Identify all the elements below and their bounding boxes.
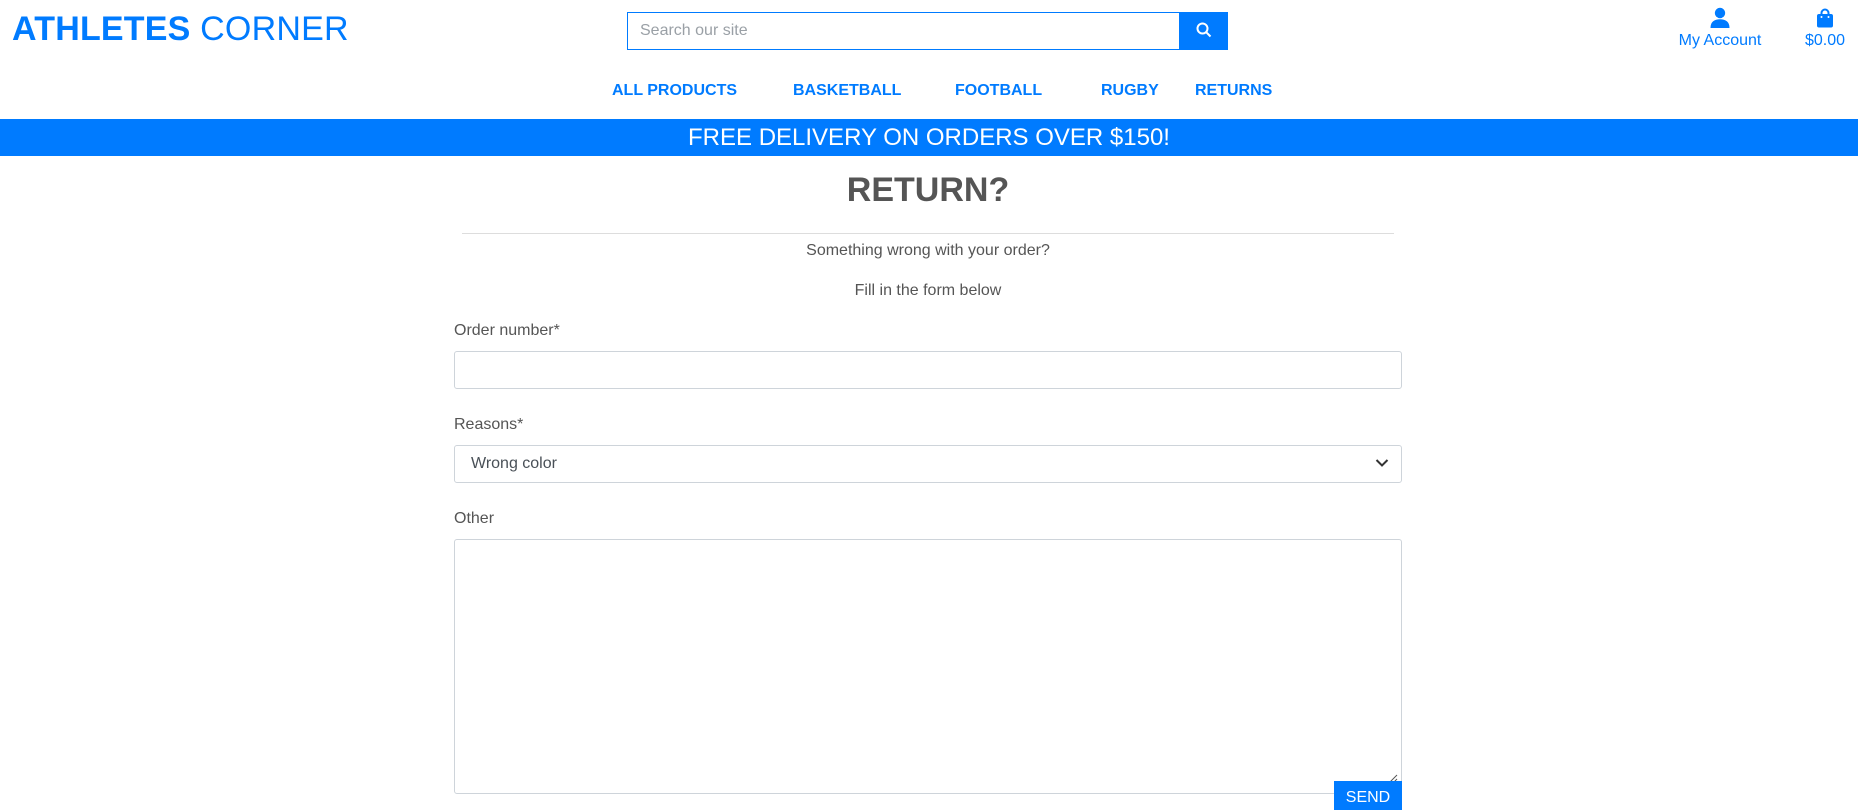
page-title: RETURN?	[846, 171, 1010, 209]
nav-item-rugby[interactable]: RUGBY	[1101, 82, 1159, 100]
nav-item-all-products[interactable]: ALL PRODUCTS	[612, 82, 737, 100]
logo-regular-text: CORNER	[190, 10, 349, 48]
chevron-down-icon	[1375, 455, 1389, 473]
site-logo[interactable]: ATHLETES CORNER	[12, 10, 349, 49]
order-number-label: Order number*	[454, 322, 560, 339]
my-account-link[interactable]: My Account	[1670, 6, 1770, 50]
reasons-selected-value: Wrong color	[471, 455, 557, 472]
shopping-bag-link[interactable]: $0.00	[1800, 6, 1850, 50]
order-number-input[interactable]	[454, 351, 1402, 389]
reasons-label: Reasons*	[454, 416, 524, 433]
logo-bold-text: ATHLETES	[12, 10, 191, 48]
return-form-section: RETURN? Something wrong with your order?…	[454, 156, 1402, 810]
title-divider	[462, 233, 1394, 234]
page-instruction: Fill in the form below	[854, 282, 1002, 299]
bag-total: $0.00	[1804, 32, 1846, 49]
other-label: Other	[454, 510, 495, 527]
other-textarea[interactable]	[454, 539, 1402, 794]
nav-item-basketball[interactable]: BASKETBALL	[793, 82, 901, 100]
free-delivery-banner: FREE DELIVERY ON ORDERS OVER $150!	[0, 119, 1858, 156]
search-input[interactable]	[627, 12, 1179, 50]
shopping-bag-icon	[1800, 6, 1850, 30]
nav-item-football[interactable]: FOOTBALL	[955, 82, 1042, 100]
page-subtitle: Something wrong with your order?	[806, 242, 1050, 259]
reasons-select[interactable]: Wrong color	[454, 445, 1402, 483]
search-bar	[627, 12, 1228, 50]
send-button[interactable]: SEND	[1334, 781, 1402, 810]
search-button[interactable]	[1179, 12, 1228, 50]
main-nav: ALL PRODUCTS BASKETBALL FOOTBALL RUGBY R…	[0, 82, 1858, 102]
search-icon	[1196, 22, 1212, 41]
my-account-label: My Account	[1678, 32, 1762, 49]
nav-item-returns[interactable]: RETURNS	[1195, 82, 1272, 100]
user-icon	[1670, 6, 1770, 30]
